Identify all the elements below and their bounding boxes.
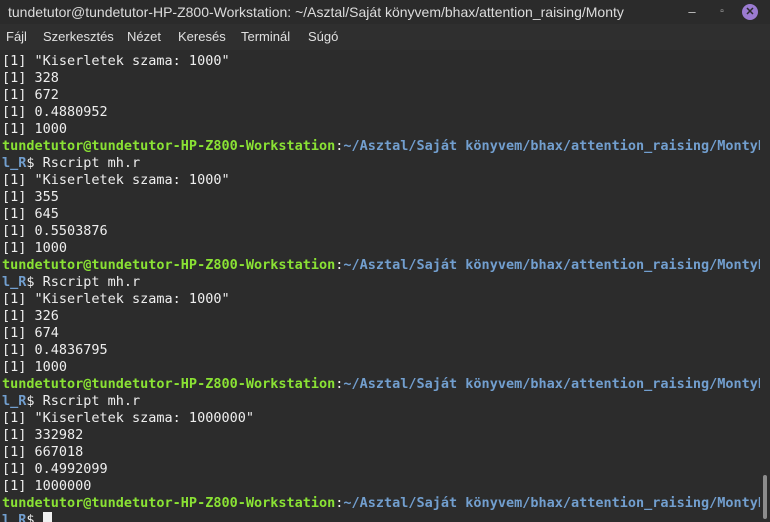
command-line: l_R$ Rscript mh.r	[2, 155, 140, 172]
command-text: Rscript mh.r	[42, 393, 141, 409]
command-line: l_R$ Rscript mh.r	[2, 393, 140, 410]
prompt-path-wrap: l_R	[2, 274, 27, 290]
prompt-path-wrap: l_R	[2, 512, 27, 522]
output-line: [1] "Kiserletek szama: 1000"	[2, 291, 230, 307]
scrollbar[interactable]	[760, 50, 770, 522]
prompt-line: tundetutor@tundetutor-HP-Z800-Workstatio…	[2, 376, 760, 393]
output-line: [1] 332982	[2, 427, 84, 443]
output-line: [1] 355	[2, 189, 59, 205]
menu-help[interactable]: Súgó	[308, 24, 338, 50]
prompt-path: ~/Asztal/Saját könyvem/bhax/attention_ra…	[343, 495, 760, 511]
prompt-path: ~/Asztal/Saját könyvem/bhax/attention_ra…	[343, 257, 760, 273]
command-line: l_R$ Rscript mh.r	[2, 274, 140, 291]
output-line: [1] 0.4880952	[2, 104, 108, 120]
output-line: [1] 672	[2, 87, 59, 103]
active-prompt-line[interactable]: l_R$	[2, 512, 52, 522]
prompt-user-host: tundetutor@tundetutor-HP-Z800-Workstatio…	[2, 495, 336, 511]
command-text: Rscript mh.r	[42, 274, 141, 290]
prompt-symbol: $	[26, 512, 43, 522]
output-line: [1] "Kiserletek szama: 1000000"	[2, 410, 254, 426]
output-line: [1] 0.4836795	[2, 342, 108, 358]
output-line: [1] 667018	[2, 444, 84, 460]
prompt-line: tundetutor@tundetutor-HP-Z800-Workstatio…	[2, 138, 760, 155]
output-line: [1] 0.4992099	[2, 461, 108, 477]
output-line: [1] 1000	[2, 359, 68, 375]
output-line: [1] 1000	[2, 121, 68, 137]
output-line: [1] "Kiserletek szama: 1000"	[2, 53, 230, 69]
prompt-symbol: $	[26, 393, 43, 409]
prompt-line: tundetutor@tundetutor-HP-Z800-Workstatio…	[2, 257, 760, 274]
output-line: [1] 328	[2, 70, 59, 86]
prompt-user-host: tundetutor@tundetutor-HP-Z800-Workstatio…	[2, 138, 336, 154]
prompt-user-host: tundetutor@tundetutor-HP-Z800-Workstatio…	[2, 257, 336, 273]
output-line: [1] 326	[2, 308, 59, 324]
text-cursor	[42, 512, 52, 522]
menu-search[interactable]: Keresés	[178, 24, 226, 50]
prompt-symbol: $	[26, 274, 43, 290]
menu-bar: Fájl Szerkesztés Nézet Keresés Terminál …	[0, 24, 770, 50]
output-line: [1] 645	[2, 206, 59, 222]
output-line: [1] 1000	[2, 240, 68, 256]
window-title: tundetutor@tundetutor-HP-Z800-Workstatio…	[8, 4, 624, 20]
output-line: [1] 1000000	[2, 478, 92, 494]
prompt-line: tundetutor@tundetutor-HP-Z800-Workstatio…	[2, 495, 760, 512]
scrollbar-thumb[interactable]	[763, 475, 767, 519]
prompt-path-wrap: l_R	[2, 393, 27, 409]
command-text: Rscript mh.r	[42, 155, 141, 171]
close-icon[interactable]: ✕	[742, 4, 758, 20]
output-line: [1] 674	[2, 325, 59, 341]
menu-file[interactable]: Fájl	[6, 24, 27, 50]
prompt-symbol: $	[26, 155, 43, 171]
output-line: [1] "Kiserletek szama: 1000"	[2, 172, 230, 188]
maximize-icon[interactable]: ▫	[713, 0, 731, 24]
prompt-path: ~/Asztal/Saját könyvem/bhax/attention_ra…	[343, 138, 760, 154]
prompt-path-wrap: l_R	[2, 155, 27, 171]
minimize-icon[interactable]: –	[683, 0, 701, 24]
menu-edit[interactable]: Szerkesztés	[43, 24, 114, 50]
prompt-user-host: tundetutor@tundetutor-HP-Z800-Workstatio…	[2, 376, 336, 392]
menu-view[interactable]: Nézet	[127, 24, 161, 50]
menu-terminal[interactable]: Terminál	[241, 24, 290, 50]
terminal-output[interactable]: [1] "Kiserletek szama: 1000" [1] 328 [1]…	[0, 50, 760, 522]
title-bar: tundetutor@tundetutor-HP-Z800-Workstatio…	[0, 0, 770, 24]
output-line: [1] 0.5503876	[2, 223, 108, 239]
prompt-path: ~/Asztal/Saját könyvem/bhax/attention_ra…	[343, 376, 760, 392]
